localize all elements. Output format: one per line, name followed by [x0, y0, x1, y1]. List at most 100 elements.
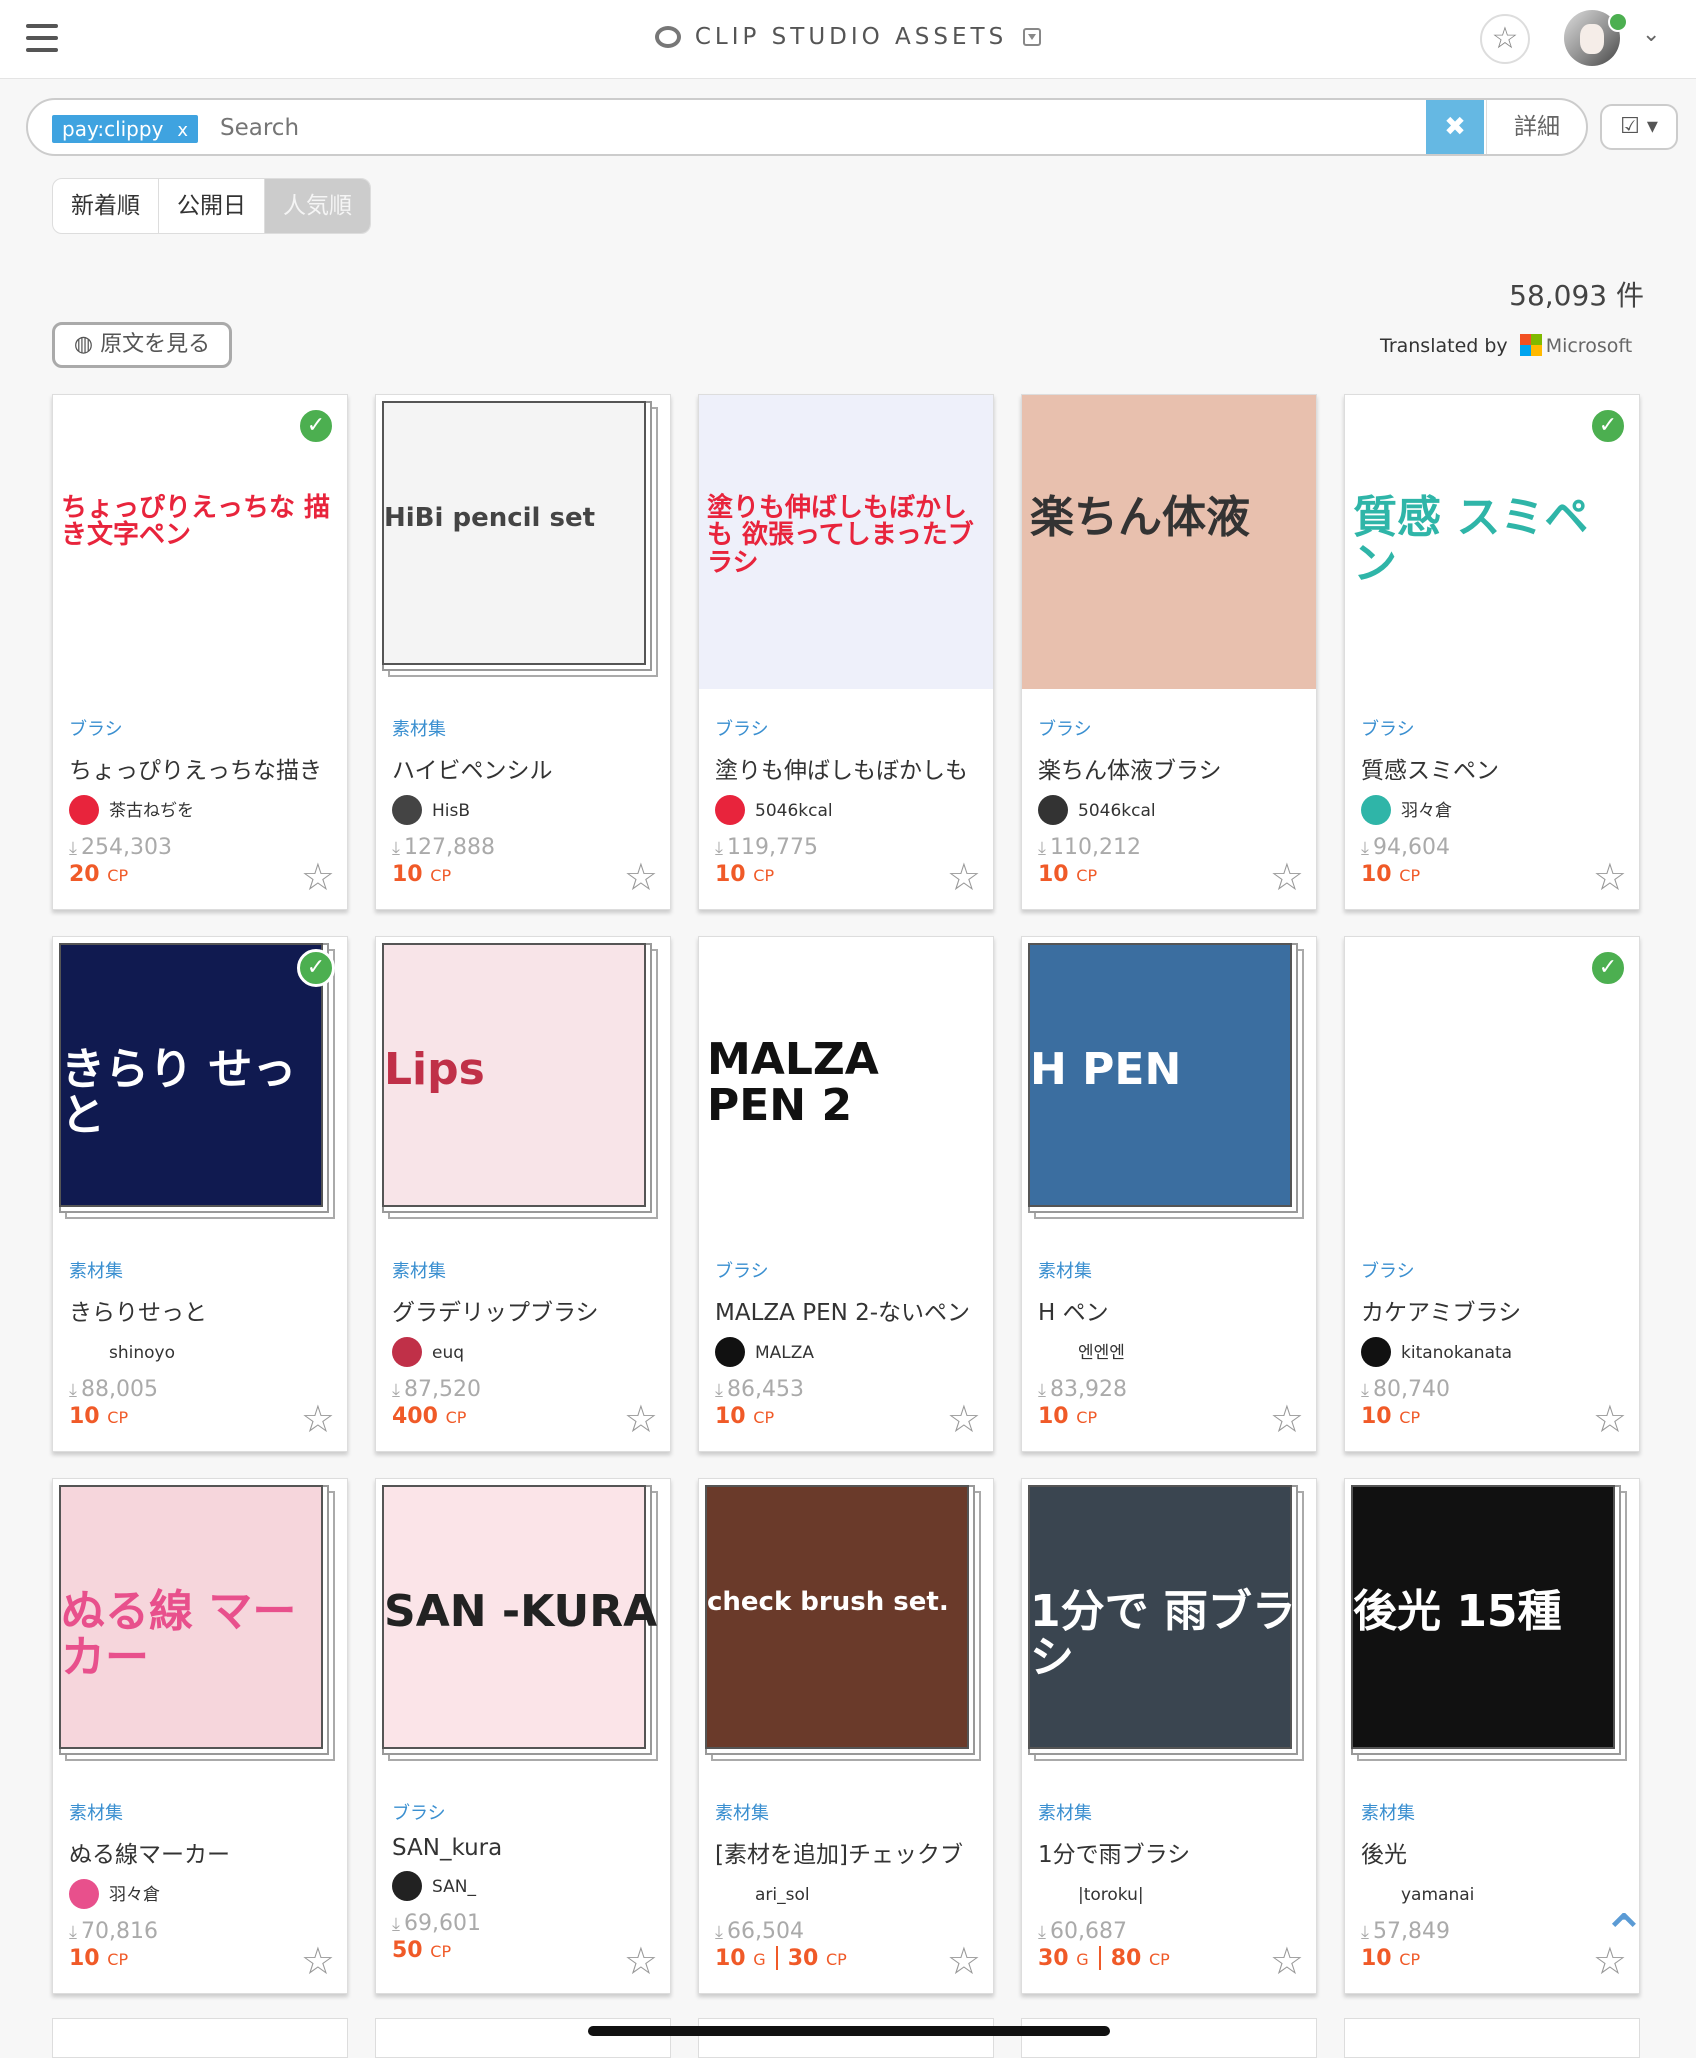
- favorite-star-icon[interactable]: ☆: [1270, 855, 1304, 899]
- asset-thumbnail[interactable]: 1分で 雨ブラシ: [1022, 1479, 1316, 1773]
- asset-thumbnail[interactable]: 塗りも伸ばしもぼかしも 欲張ってしまったブラシ: [699, 395, 993, 689]
- search-input[interactable]: [218, 110, 1422, 146]
- author[interactable]: 5046kcal: [715, 795, 977, 825]
- next-row-card[interactable]: [698, 2018, 994, 2058]
- asset-thumbnail[interactable]: ぬる線 マーカー: [53, 1479, 347, 1773]
- search-tag-chip[interactable]: pay:clippy x: [52, 115, 199, 143]
- favorite-star-icon[interactable]: ☆: [301, 855, 335, 899]
- asset-title[interactable]: 1分で雨ブラシ: [1038, 1835, 1300, 1869]
- favorite-star-icon[interactable]: ☆: [301, 1939, 335, 1983]
- advanced-search-button[interactable]: 詳細: [1486, 100, 1586, 154]
- asset-thumbnail[interactable]: ✓: [1345, 937, 1639, 1231]
- asset-title[interactable]: [素材を追加]チェックブ: [715, 1835, 977, 1869]
- favorite-star-icon[interactable]: ☆: [1270, 1939, 1304, 1983]
- asset-title[interactable]: ハイビペンシル: [392, 751, 654, 785]
- search-bar: pay:clippy x ✖ 詳細: [26, 98, 1588, 156]
- asset-card[interactable]: check brush set. 素材集 [素材を追加]チェックブ ari_sol ⤓ 6…: [698, 1478, 994, 1994]
- author[interactable]: HisB: [392, 795, 654, 825]
- author[interactable]: euq: [392, 1337, 654, 1367]
- asset-card[interactable]: SAN -KURA ブラシ SAN_kura SAN_ ⤓ 69,601 50 CP ☆: [375, 1478, 671, 1994]
- asset-card[interactable]: HiBi pencil set 素材集 ハイビペンシル HisB ⤓ 127,888 10 …: [375, 394, 671, 910]
- author[interactable]: 5046kcal: [1038, 795, 1300, 825]
- asset-thumbnail[interactable]: きらり せっと ✓: [53, 937, 347, 1231]
- next-row-card[interactable]: [52, 2018, 348, 2058]
- chevron-down-icon[interactable]: ⌄: [1642, 22, 1660, 47]
- favorite-star-icon[interactable]: ☆: [947, 855, 981, 899]
- author[interactable]: 茶古ねぢを: [69, 795, 331, 825]
- asset-card[interactable]: MALZA PEN 2 ブラシ MALZA PEN 2-ないペン MALZA ⤓ 86,4…: [698, 936, 994, 1452]
- asset-card[interactable]: 塗りも伸ばしもぼかしも 欲張ってしまったブラシ ブラシ 塗りも伸ばしもぼかしも 504…: [698, 394, 994, 910]
- brand-title[interactable]: CLIP STUDIO ASSETS: [0, 24, 1696, 50]
- asset-thumbnail[interactable]: MALZA PEN 2: [699, 937, 993, 1231]
- asset-title[interactable]: ちょっぴりえっちな描き: [69, 751, 331, 785]
- price-unit: CP: [107, 1408, 129, 1427]
- asset-thumbnail[interactable]: SAN -KURA: [376, 1479, 670, 1773]
- author[interactable]: 엔엔엔: [1038, 1337, 1300, 1367]
- author[interactable]: kitanokanata: [1361, 1337, 1623, 1367]
- author[interactable]: ari_sol: [715, 1879, 977, 1909]
- asset-title[interactable]: SAN_kura: [392, 1835, 654, 1861]
- asset-card[interactable]: ✓ ブラシ カケアミブラシ kitanokanata ⤓ 80,740 10 CP ☆: [1344, 936, 1640, 1452]
- scroll-to-top-icon[interactable]: ⌃: [1588, 1906, 1660, 1966]
- asset-thumbnail[interactable]: HiBi pencil set: [376, 395, 670, 689]
- asset-card[interactable]: H PEN 素材集 H ペン 엔엔엔 ⤓ 83,928 10 CP ☆: [1021, 936, 1317, 1452]
- asset-card[interactable]: きらり せっと ✓ 素材集 きらりせっと shinoyo ⤓ 88,005 10 CP ☆: [52, 936, 348, 1452]
- asset-title[interactable]: 後光: [1361, 1835, 1623, 1869]
- asset-title[interactable]: カケアミブラシ: [1361, 1293, 1623, 1327]
- favorite-star-icon[interactable]: ☆: [1593, 855, 1627, 899]
- asset-thumbnail[interactable]: ちょっぴりえっちな 描き文字ペン ✓: [53, 395, 347, 689]
- clear-search-button[interactable]: ✖: [1426, 100, 1484, 154]
- favorite-star-icon[interactable]: ☆: [301, 1397, 335, 1441]
- favorite-star-icon[interactable]: ☆: [1593, 1397, 1627, 1441]
- price-unit: CP: [753, 1408, 775, 1427]
- author[interactable]: shinoyo: [69, 1337, 331, 1367]
- download-value: 254,303: [80, 835, 172, 860]
- sort-published[interactable]: 公開日: [159, 179, 265, 233]
- asset-card[interactable]: ぬる線 マーカー 素材集 ぬる線マーカー 羽々倉 ⤓ 70,816 10 CP ☆: [52, 1478, 348, 1994]
- thumbnail-title: きらり せっと: [61, 1044, 297, 1142]
- asset-title[interactable]: ぬる線マーカー: [69, 1835, 331, 1869]
- asset-card[interactable]: 質感 スミペン ✓ ブラシ 質感スミペン 羽々倉 ⤓ 94,604 10 CP ☆: [1344, 394, 1640, 910]
- asset-card[interactable]: 楽ちん体液 ブラシ 楽ちん体液ブラシ 5046kcal ⤓ 110,212 10 CP ☆: [1021, 394, 1317, 910]
- asset-card[interactable]: ちょっぴりえっちな 描き文字ペン ✓ ブラシ ちょっぴりえっちな描き 茶古ねぢを ⤓ 254…: [52, 394, 348, 910]
- view-original-button[interactable]: ◍ 原文を見る: [52, 322, 232, 368]
- author[interactable]: SAN_: [392, 1871, 654, 1901]
- author[interactable]: 羽々倉: [1361, 795, 1623, 825]
- author[interactable]: yamanai: [1361, 1879, 1623, 1909]
- sort-newest[interactable]: 新着順: [53, 179, 159, 233]
- asset-title[interactable]: 質感スミペン: [1361, 751, 1623, 785]
- author[interactable]: 羽々倉: [69, 1879, 331, 1909]
- asset-title[interactable]: 塗りも伸ばしもぼかしも: [715, 751, 977, 785]
- favorite-star-icon[interactable]: ☆: [624, 1397, 658, 1441]
- filter-checkbox-dropdown[interactable]: ☑ ▾: [1600, 104, 1678, 150]
- asset-thumbnail[interactable]: Lips: [376, 937, 670, 1231]
- next-row-card[interactable]: [1344, 2018, 1640, 2058]
- service-dropdown-icon[interactable]: [1023, 28, 1042, 46]
- favorite-star-icon[interactable]: ☆: [947, 1397, 981, 1441]
- asset-card[interactable]: Lips 素材集 グラデリップブラシ euq ⤓ 87,520 400 CP ☆: [375, 936, 671, 1452]
- asset-thumbnail[interactable]: H PEN: [1022, 937, 1316, 1231]
- asset-thumbnail[interactable]: check brush set.: [699, 1479, 993, 1773]
- author[interactable]: |toroku|: [1038, 1879, 1300, 1909]
- asset-thumbnail[interactable]: 質感 スミペン ✓: [1345, 395, 1639, 689]
- asset-thumbnail[interactable]: 後光 15種: [1345, 1479, 1639, 1773]
- asset-title[interactable]: H ペン: [1038, 1293, 1300, 1327]
- favorite-star-icon[interactable]: ☆: [1270, 1397, 1304, 1441]
- favorites-star-icon[interactable]: ☆: [1480, 14, 1530, 64]
- asset-thumbnail[interactable]: 楽ちん体液: [1022, 395, 1316, 689]
- top-bar: CLIP STUDIO ASSETS ☆ ⌄: [0, 0, 1696, 79]
- sort-popular[interactable]: 人気順: [265, 179, 370, 233]
- asset-title[interactable]: MALZA PEN 2-ないペン: [715, 1293, 977, 1327]
- asset-card[interactable]: 1分で 雨ブラシ 素材集 1分で雨ブラシ |toroku| ⤓ 60,687 30 G 80 …: [1021, 1478, 1317, 1994]
- favorite-star-icon[interactable]: ☆: [947, 1939, 981, 1983]
- next-row-card[interactable]: [375, 2018, 671, 2058]
- price-value: 10: [1038, 1404, 1069, 1429]
- chip-remove-icon[interactable]: x: [177, 120, 188, 141]
- author[interactable]: MALZA: [715, 1337, 977, 1367]
- asset-title[interactable]: きらりせっと: [69, 1293, 331, 1327]
- asset-title[interactable]: グラデリップブラシ: [392, 1293, 654, 1327]
- favorite-star-icon[interactable]: ☆: [624, 855, 658, 899]
- next-row-card[interactable]: [1021, 2018, 1317, 2058]
- asset-title[interactable]: 楽ちん体液ブラシ: [1038, 751, 1300, 785]
- favorite-star-icon[interactable]: ☆: [624, 1939, 658, 1983]
